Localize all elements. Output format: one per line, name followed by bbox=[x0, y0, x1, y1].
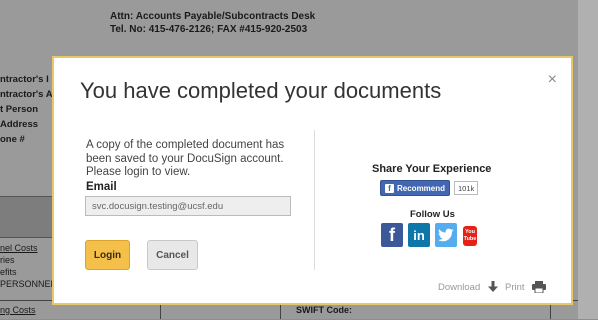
share-heading: Share Your Experience bbox=[372, 163, 492, 175]
swift-code-label: SWIFT Code: bbox=[296, 305, 352, 315]
email-field[interactable] bbox=[85, 196, 291, 216]
email-label: Email bbox=[86, 181, 117, 193]
recommend-count: 101k bbox=[454, 181, 479, 195]
youtube-icon[interactable]: You Tube bbox=[463, 226, 477, 246]
completion-message: A copy of the completed document has bee… bbox=[86, 139, 285, 178]
left-label: one # bbox=[0, 134, 25, 145]
left-label: ntractor's I bbox=[0, 74, 49, 85]
twitter-icon[interactable] bbox=[435, 223, 457, 247]
recommend-label: Recommend bbox=[397, 183, 446, 193]
attn-block: Attn: Accounts Payable/Subcontracts Desk… bbox=[110, 10, 315, 36]
dialog-title: You have completed your documents bbox=[80, 78, 442, 103]
bottom-left-text: ng Costs bbox=[0, 305, 36, 315]
left-label: t Person bbox=[0, 104, 39, 115]
follow-heading: Follow Us bbox=[410, 209, 455, 220]
cost-lines: nel Costs ries efits PERSONNEL bbox=[0, 242, 56, 290]
left-label: Address bbox=[0, 119, 39, 130]
phone-fax-line: Tel. No: 415-476-2126; FAX #415-920-2503 bbox=[110, 24, 308, 35]
print-label: Print bbox=[505, 281, 525, 293]
left-labels: ntractor's I ntractor's A t Person Addre… bbox=[0, 72, 53, 147]
login-button[interactable]: Login bbox=[85, 240, 130, 270]
facebook-icon: f bbox=[385, 183, 394, 193]
recommend-row: f Recommend 101k bbox=[380, 180, 479, 196]
cost-line: efits bbox=[0, 267, 17, 277]
linkedin-icon[interactable]: in bbox=[408, 223, 430, 247]
cancel-button[interactable]: Cancel bbox=[147, 240, 198, 270]
cost-line: ries bbox=[0, 255, 15, 265]
download-link[interactable]: Download bbox=[438, 281, 499, 293]
attn-line: Attn: Accounts Payable/Subcontracts Desk bbox=[110, 11, 316, 22]
completion-dialog: × You have completed your documents A co… bbox=[52, 56, 573, 305]
cost-line: nel Costs bbox=[0, 243, 38, 253]
column-divider bbox=[314, 130, 315, 270]
left-label: ntractor's A bbox=[0, 89, 53, 100]
print-link[interactable]: Print bbox=[505, 281, 546, 293]
download-label: Download bbox=[438, 281, 481, 293]
printer-icon bbox=[531, 281, 546, 293]
cost-line: PERSONNEL bbox=[0, 279, 56, 289]
table-band bbox=[0, 196, 52, 238]
close-icon[interactable]: × bbox=[548, 72, 557, 88]
facebook-icon[interactable]: f bbox=[381, 223, 403, 247]
download-arrow-icon bbox=[488, 281, 499, 292]
scroll-edge bbox=[578, 0, 598, 319]
recommend-button[interactable]: f Recommend bbox=[380, 180, 451, 196]
